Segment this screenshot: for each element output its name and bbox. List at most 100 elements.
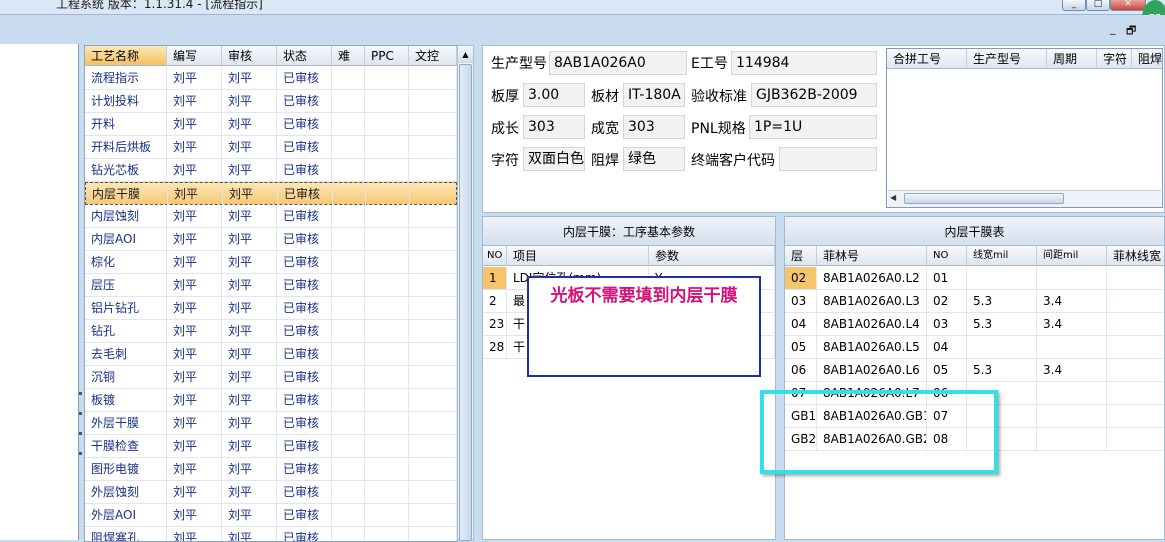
- table-cell-process-name: 外层蚀刻: [85, 481, 167, 504]
- column-header-line-width[interactable]: 线宽mil: [967, 246, 1037, 266]
- column-header-model[interactable]: 生产型号: [967, 49, 1047, 69]
- table-row[interactable]: 沉铜 刘平 刘平 已审核: [85, 366, 457, 389]
- scroll-thumb[interactable]: [904, 193, 1064, 204]
- table-row[interactable]: 03 8AB1A026A0.L3 02 5.3 3.4: [785, 290, 1164, 313]
- process-grid: 工艺名称 编写 审核 状态难 PPC 文控 流程指示 刘平 刘平 已审核 计划投料 刘平 刘平 已审核 开料…: [84, 45, 458, 542]
- table-cell-reviewer: 刘平: [222, 205, 277, 228]
- table-row[interactable]: 05 8AB1A026A0.L5 04: [785, 336, 1164, 359]
- table-cell-doc-control: [409, 297, 457, 320]
- maximize-button[interactable]: □: [1086, 0, 1110, 11]
- table-row[interactable]: 铝片钻孔 刘平 刘平 已审核: [85, 297, 457, 320]
- table-row[interactable]: 钻光芯板 刘平 刘平 已审核: [85, 159, 457, 182]
- table-row[interactable]: 外层干膜 刘平 刘平 已审核: [85, 412, 457, 435]
- model-field[interactable]: 8AB1A026A0: [549, 51, 687, 75]
- table-cell-reviewer: 刘平: [222, 320, 277, 343]
- column-header-no[interactable]: NO: [483, 246, 507, 266]
- column-header-cycle[interactable]: 周期: [1047, 49, 1097, 69]
- mdi-restore-button[interactable]: 🗗: [1126, 22, 1136, 41]
- column-header-solder-mask[interactable]: 阻焊: [1132, 49, 1162, 69]
- table-row[interactable]: 板镀 刘平 刘平 已审核: [85, 389, 457, 412]
- column-header-ppc[interactable]: PPC: [365, 46, 409, 66]
- minimize-button[interactable]: _: [1062, 0, 1086, 11]
- table-row[interactable]: 04 8AB1A026A0.L4 03 5.3 3.4: [785, 313, 1164, 336]
- table-cell-ppc: [365, 481, 409, 504]
- table-row[interactable]: 层压 刘平 刘平 已审核: [85, 274, 457, 297]
- combine-grid-hscrollbar[interactable]: ◀: [888, 190, 1161, 207]
- mask-field[interactable]: 绿色: [623, 147, 685, 171]
- table-cell-film-no: 8AB1A026A0.L2: [817, 267, 927, 290]
- column-header-reviewer[interactable]: 审核: [222, 46, 277, 66]
- column-header-layer[interactable]: 层: [785, 246, 817, 266]
- thickness-field[interactable]: 3.00: [523, 83, 585, 107]
- table-cell-writer: 刘平: [167, 458, 222, 481]
- table-cell-writer: 刘平: [167, 481, 222, 504]
- column-header-film-line-width[interactable]: 菲林线宽: [1107, 246, 1164, 266]
- table-row[interactable]: 02 8AB1A026A0.L2 01: [785, 267, 1164, 290]
- table-row[interactable]: 外层AOI 刘平 刘平 已审核: [85, 504, 457, 527]
- table-cell-doc-control: [409, 113, 457, 136]
- pnl-field[interactable]: 1P=1U: [749, 115, 877, 139]
- scroll-up-icon[interactable]: ▲: [458, 46, 473, 63]
- table-row[interactable]: 开料 刘平 刘平 已审核: [85, 113, 457, 136]
- table-cell-status: 已审核: [277, 159, 332, 182]
- ejob-field[interactable]: 114984: [731, 51, 877, 75]
- table-cell-ppc: [365, 458, 409, 481]
- scroll-left-icon[interactable]: ◀: [890, 193, 896, 202]
- table-row[interactable]: 计划投料 刘平 刘平 已审核: [85, 90, 457, 113]
- table-row[interactable]: 外层蚀刻 刘平 刘平 已审核: [85, 481, 457, 504]
- splitter-grip[interactable]: [79, 432, 82, 435]
- table-row[interactable]: 图形电镀 刘平 刘平 已审核: [85, 458, 457, 481]
- table-cell-no: 05: [927, 359, 967, 382]
- table-row[interactable]: 内层AOI 刘平 刘平 已审核: [85, 228, 457, 251]
- table-row[interactable]: 棕化 刘平 刘平 已审核: [85, 251, 457, 274]
- column-header-param[interactable]: 参数: [649, 246, 775, 266]
- table-cell-status: 已审核: [277, 366, 332, 389]
- table-cell-no: 28: [483, 336, 507, 359]
- width-field[interactable]: 303: [623, 115, 685, 139]
- table-cell-doc-control: [409, 320, 457, 343]
- table-row[interactable]: 去毛刺 刘平 刘平 已审核: [85, 343, 457, 366]
- column-header-film-no[interactable]: 菲林号: [817, 246, 927, 266]
- table-row[interactable]: 钻孔 刘平 刘平 已审核: [85, 320, 457, 343]
- column-header-process-name[interactable]: 工艺名称: [85, 46, 167, 66]
- table-cell-writer: 刘平: [167, 67, 222, 90]
- table-row[interactable]: 06 8AB1A026A0.L6 05 5.3 3.4: [785, 359, 1164, 382]
- table-cell-writer: 刘平: [167, 320, 222, 343]
- splitter-grip[interactable]: [79, 412, 82, 415]
- table-row[interactable]: 流程指示 刘平 刘平 已审核: [85, 67, 457, 90]
- column-header-no[interactable]: NO: [927, 246, 967, 266]
- column-header-status[interactable]: 状态: [277, 46, 332, 66]
- table-cell-difficulty: [332, 481, 365, 504]
- table-cell-process-name: 板镀: [85, 389, 167, 412]
- table-cell-reviewer: 刘平: [222, 67, 277, 90]
- close-button[interactable]: ✕: [1110, 0, 1146, 11]
- splitter-grip[interactable]: [79, 392, 82, 395]
- table-cell-spacing: [1037, 428, 1107, 451]
- table-row[interactable]: 开料后烘板 刘平 刘平 已审核: [85, 136, 457, 159]
- table-cell-doc-control: [409, 136, 457, 159]
- column-header-combine-job[interactable]: 合拼工号: [887, 49, 967, 69]
- table-cell-process-name: 铝片钻孔: [85, 297, 167, 320]
- table-cell-status: 已审核: [277, 113, 332, 136]
- table-cell-reviewer: 刘平: [222, 90, 277, 113]
- standard-field[interactable]: GJB362B-2009: [751, 83, 877, 107]
- scroll-thumb[interactable]: [459, 64, 472, 541]
- column-header-difficulty[interactable]: 难: [332, 46, 365, 66]
- table-row[interactable]: 内层干膜 刘平 刘平 已审核: [85, 182, 457, 206]
- table-cell-writer: 刘平: [167, 366, 222, 389]
- process-grid-scrollbar[interactable]: ▲: [457, 45, 474, 541]
- legend-field[interactable]: 双面白色: [523, 147, 585, 171]
- splitter-grip[interactable]: [79, 452, 82, 455]
- mdi-minimize-button[interactable]: _: [1110, 22, 1116, 35]
- length-field[interactable]: 303: [523, 115, 585, 139]
- material-field[interactable]: IT-180A: [623, 83, 685, 107]
- column-header-legend[interactable]: 字符: [1097, 49, 1132, 69]
- table-cell-ppc: [365, 251, 409, 274]
- column-header-spacing[interactable]: 间距mil: [1037, 246, 1107, 266]
- table-row[interactable]: 内层蚀刻 刘平 刘平 已审核: [85, 205, 457, 228]
- table-row[interactable]: 干膜检查 刘平 刘平 已审核: [85, 435, 457, 458]
- column-header-writer[interactable]: 编写: [167, 46, 222, 66]
- column-header-doc-control[interactable]: 文控: [409, 46, 457, 66]
- column-header-item[interactable]: 项目: [507, 246, 649, 266]
- customer-field[interactable]: [779, 147, 877, 171]
